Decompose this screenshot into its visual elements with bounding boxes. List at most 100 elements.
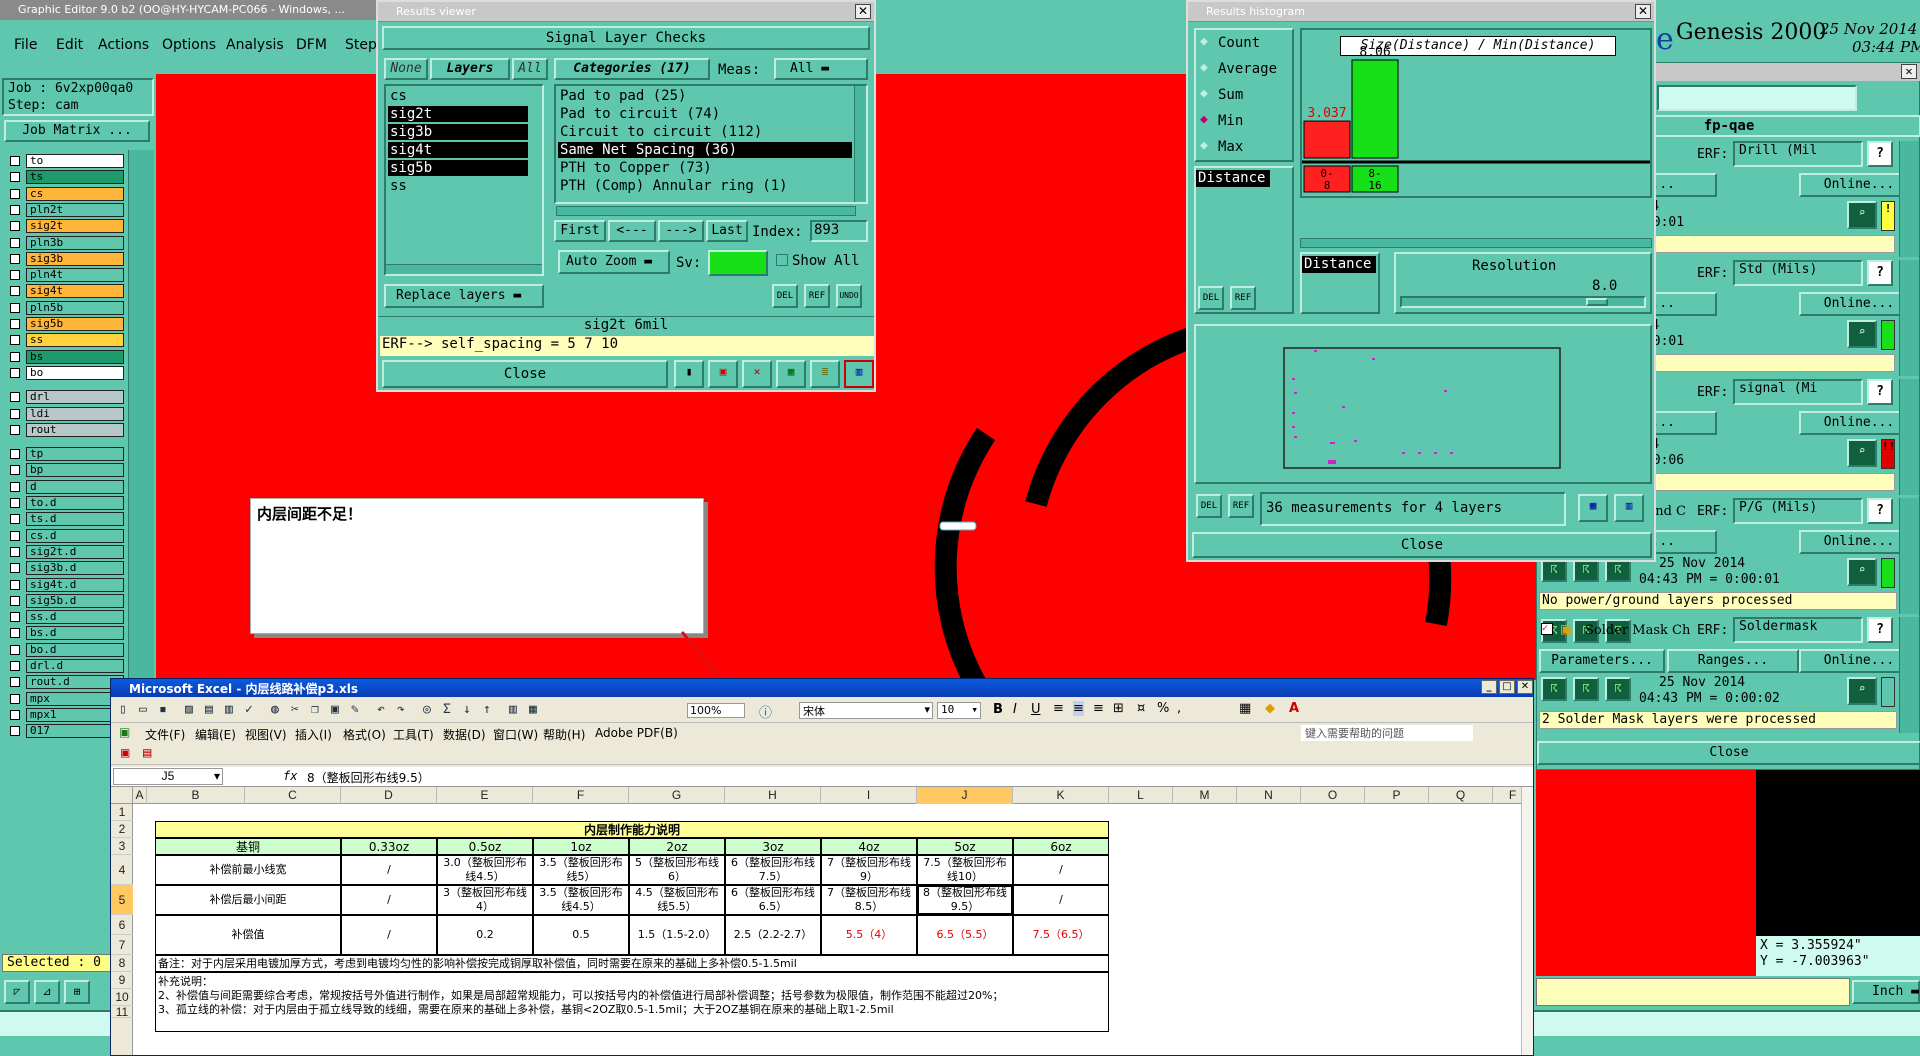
sort-desc-icon[interactable]: ↑	[483, 702, 491, 717]
hist-hscroll[interactable]	[1300, 238, 1652, 248]
show-all-checkbox[interactable]	[776, 254, 788, 266]
meas-select[interactable]: All ▬	[774, 58, 868, 80]
layer-row[interactable]: sig4t.d	[2, 577, 130, 593]
layer-row[interactable]: ts.d	[2, 512, 130, 527]
table-header-cell[interactable]: 4oz	[821, 838, 917, 855]
table-cell[interactable]: /	[341, 855, 437, 885]
menu-analysis[interactable]: Analysis	[226, 37, 284, 53]
layer-name[interactable]: sig5b.d	[26, 593, 124, 608]
histogram-close-icon[interactable]: ✕	[1635, 4, 1651, 19]
zoom-result-icon[interactable]: ⌕	[1847, 439, 1877, 467]
layer-checkbox[interactable]	[10, 709, 20, 720]
table-cell[interactable]: 6（整板回形布线7.5）	[725, 855, 821, 885]
autosum-icon[interactable]: Σ	[443, 702, 451, 717]
resolution-slider-thumb[interactable]	[1586, 298, 1608, 306]
radio-diamond-icon[interactable]: ◆	[1200, 60, 1208, 75]
layer-name[interactable]: to.d	[26, 496, 124, 510]
excel-menu-item[interactable]: 窗口(W)	[493, 726, 538, 743]
align-center-button[interactable]: ≡	[1073, 701, 1084, 716]
excel-menu-item[interactable]: 数据(D)	[443, 726, 486, 743]
note-row-10[interactable]: 2、补偿值与间距需要综合考虑，常规按括号外值进行制作，如果是局部超常规能力，可以…	[158, 989, 1108, 1003]
layer-name[interactable]: cs.d	[26, 528, 124, 543]
underline-button[interactable]: U	[1031, 702, 1041, 717]
histogram-bar[interactable]	[1351, 59, 1399, 159]
help-question-box[interactable]: 键入需要帮助的问题	[1301, 725, 1473, 741]
layer-row[interactable]: d	[2, 479, 130, 495]
unit-select[interactable]: Inch ▬	[1852, 980, 1920, 1004]
excel-menu-item[interactable]: 帮助(H)	[543, 726, 585, 743]
radio-diamond-icon[interactable]: ◆	[1200, 86, 1208, 101]
layer-row[interactable]: to	[2, 154, 130, 169]
layer-row[interactable]: ss	[2, 333, 130, 348]
first-button[interactable]: First	[554, 220, 606, 242]
viewer-tool-icon-3[interactable]: ✕	[742, 360, 772, 388]
layer-name[interactable]: sig3b	[26, 251, 124, 266]
menu-file[interactable]: File	[14, 37, 37, 53]
viewer-tool-icon-4[interactable]: ▦	[776, 360, 806, 388]
layer-checkbox[interactable]	[10, 302, 20, 313]
redo-icon[interactable]: ↷	[397, 702, 405, 717]
layer-checkbox[interactable]	[10, 351, 20, 362]
layers-tab[interactable]: Layers	[430, 58, 510, 80]
layers-all-button[interactable]: All	[512, 58, 548, 80]
hist-ref-icon[interactable]: REF	[1230, 286, 1256, 310]
layer-name[interactable]: sig4t	[26, 284, 124, 299]
run-icon[interactable]: ☈	[1573, 677, 1599, 701]
italic-button[interactable]: I	[1013, 702, 1017, 717]
layer-name[interactable]: bo	[26, 365, 124, 380]
help-button[interactable]: ?	[1867, 379, 1893, 405]
layer-name[interactable]: bs	[26, 349, 124, 364]
layer-name[interactable]: drl.d	[26, 659, 124, 673]
viewer-layer-item[interactable]: cs	[388, 88, 528, 104]
viewer-tool-icon-2[interactable]: ▣	[708, 360, 738, 388]
run-icon[interactable]: ☈	[1541, 677, 1567, 701]
resolution-slider[interactable]	[1400, 296, 1646, 308]
layer-name[interactable]: ts.d	[26, 512, 124, 527]
viewer-layer-item[interactable]: sig5b	[388, 160, 528, 176]
zoom-result-icon[interactable]: ⌕	[1847, 558, 1877, 586]
print-preview-icon[interactable]: ▥	[225, 702, 233, 717]
layer-checkbox[interactable]	[10, 530, 20, 541]
table-cell[interactable]: 3（整板回形布线4）	[437, 885, 533, 915]
layers-none-button[interactable]: None	[384, 58, 428, 80]
undo-icon[interactable]: ↶	[377, 702, 385, 717]
help-icon[interactable]: ⓘ	[759, 702, 772, 721]
erf-input[interactable]: Soldermask	[1733, 617, 1863, 643]
viewer-layer-item[interactable]: sig2t	[388, 106, 528, 122]
sheet-area[interactable]: ABCDEFGHIJKLMNOPQF 1 2 3 4 5 6 7 8 9 10 11 内层制作能力说…	[111, 787, 1533, 1055]
table-cell[interactable]: 8（整板回形布线9.5）	[917, 885, 1013, 915]
excel-menu-item[interactable]: Adobe PDF(B)	[595, 726, 678, 740]
layer-row[interactable]: ldi	[2, 406, 130, 422]
viewer-layer-item[interactable]: sig3b	[388, 124, 528, 140]
layer-checkbox[interactable]	[10, 677, 20, 688]
radio-diamond-icon[interactable]: ◆	[1200, 138, 1208, 153]
left-scroll[interactable]	[128, 150, 154, 770]
layer-checkbox[interactable]	[10, 449, 20, 460]
layer-checkbox[interactable]	[10, 465, 20, 476]
layer-checkbox[interactable]	[10, 693, 20, 704]
help-button[interactable]: ?	[1867, 141, 1893, 167]
check-row-scroll[interactable]	[1899, 260, 1919, 376]
tool-icon-2[interactable]: ⊿	[34, 980, 60, 1004]
note-row-11[interactable]: 3、孤立线的补偿：对于内层由于孤立线导致的线细，需要在原来的基础上多补偿，基铜<…	[158, 1003, 1108, 1017]
viewer-layer-item[interactable]: ss	[388, 178, 528, 194]
help-button[interactable]: ?	[1867, 260, 1893, 286]
menu-edit[interactable]: Edit	[56, 37, 83, 53]
table-header-cell[interactable]: 6oz	[1013, 838, 1109, 855]
percent-button[interactable]: %	[1157, 701, 1169, 716]
zoom-result-icon[interactable]: ⌕	[1847, 320, 1877, 348]
layer-row[interactable]: sig5b	[2, 317, 130, 332]
layer-checkbox[interactable]	[10, 424, 20, 435]
merge-button[interactable]: ⊞	[1113, 701, 1124, 716]
table-cell[interactable]: 7（整板回形布线8.5）	[821, 885, 917, 915]
layer-name[interactable]: drl	[26, 390, 124, 405]
table-cell[interactable]: 6（整板回形布线6.5）	[725, 885, 821, 915]
table-cell[interactable]: 补偿前最小线宽	[155, 855, 341, 885]
categories-tab[interactable]: Categories (17)	[554, 58, 710, 80]
layer-checkbox[interactable]	[10, 204, 20, 215]
layer-checkbox[interactable]	[10, 563, 20, 574]
sort-asc-icon[interactable]: ↓	[463, 702, 471, 717]
layer-name[interactable]: pln5b	[26, 300, 124, 315]
excel-menu-item[interactable]: 插入(I)	[295, 726, 332, 743]
check-row-scroll[interactable]	[1899, 141, 1919, 257]
